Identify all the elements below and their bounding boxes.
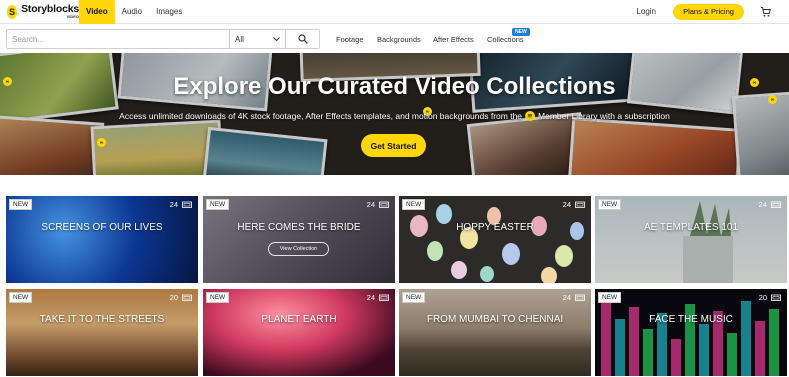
logo-mark: S bbox=[7, 4, 18, 19]
collection-card[interactable]: NEW 20 TAKE IT TO THE STREETS bbox=[6, 289, 198, 376]
collection-card[interactable]: NEW 24 AE TEMPLATES 101 bbox=[595, 196, 787, 283]
filter-value: All bbox=[235, 34, 244, 44]
new-badge: NEW bbox=[512, 28, 530, 36]
clip-count: 20 bbox=[758, 293, 767, 302]
collection-title: HERE COMES THE BRIDE bbox=[237, 222, 361, 233]
collection-card[interactable]: NEW 24 SCREENS OF OUR LIVES bbox=[6, 196, 198, 283]
new-badge: NEW bbox=[402, 199, 426, 210]
collection-title: PLANET EARTH bbox=[261, 314, 337, 325]
clip-count: 24 bbox=[562, 293, 571, 302]
folder-icon bbox=[182, 294, 192, 301]
folder-icon bbox=[575, 201, 585, 208]
get-started-button[interactable]: Get Started bbox=[361, 134, 426, 157]
logo-text: Storyblocks VIDEO bbox=[21, 4, 79, 19]
card-thumbnail bbox=[203, 289, 395, 376]
folder-icon bbox=[771, 201, 781, 208]
hero-banner: ∞ ∞ ∞ ∞ ∞ Explore Our Curated Video Coll… bbox=[0, 53, 789, 175]
easter-eggs-thumbnail bbox=[410, 204, 584, 283]
hero-title: Explore Our Curated Video Collections bbox=[173, 73, 616, 100]
top-nav: S Storyblocks VIDEO Video Audio Images L… bbox=[0, 0, 789, 24]
subnav-footage[interactable]: Footage bbox=[336, 35, 364, 44]
plans-pricing-button[interactable]: Plans & Pricing bbox=[673, 3, 744, 20]
search-box: All bbox=[6, 29, 320, 49]
logo-subtitle: VIDEO bbox=[66, 13, 79, 19]
new-badge: NEW bbox=[402, 292, 426, 303]
collection-title: SCREENS OF OUR LIVES bbox=[41, 222, 163, 233]
tab-video[interactable]: Video bbox=[79, 0, 115, 24]
cart-icon[interactable] bbox=[760, 6, 772, 18]
new-badge: NEW bbox=[598, 292, 622, 303]
login-link[interactable]: Login bbox=[636, 7, 656, 16]
new-badge: NEW bbox=[206, 292, 230, 303]
folder-icon bbox=[379, 294, 389, 301]
card-overlay bbox=[203, 196, 395, 283]
card-overlay bbox=[595, 289, 787, 376]
search-button[interactable] bbox=[285, 30, 319, 48]
collection-title: FROM MUMBAI TO CHENNAI bbox=[426, 314, 564, 325]
new-badge: NEW bbox=[598, 199, 622, 210]
clip-count: 24 bbox=[562, 200, 571, 209]
collection-title: HOPPY EASTER bbox=[456, 222, 534, 233]
search-row: All Footage Backgrounds After Effects Co… bbox=[0, 24, 789, 53]
collection-title: TAKE IT TO THE STREETS bbox=[39, 314, 165, 325]
collection-card[interactable]: NEW 20 FACE THE MUSIC bbox=[595, 289, 787, 376]
folder-icon bbox=[771, 294, 781, 301]
new-badge: NEW bbox=[9, 199, 33, 210]
clip-count: 24 bbox=[366, 200, 375, 209]
tab-audio[interactable]: Audio bbox=[115, 0, 149, 24]
view-collection-button[interactable]: View Collection bbox=[268, 242, 329, 256]
card-overlay bbox=[6, 289, 198, 376]
clip-count: 24 bbox=[366, 293, 375, 302]
clip-count: 24 bbox=[758, 200, 767, 209]
collection-card[interactable]: NEW 24 HERE COMES THE BRIDE View Collect… bbox=[203, 196, 395, 283]
collection-card[interactable]: NEW 24 FROM MUMBAI TO CHENNAI bbox=[399, 289, 591, 376]
search-icon bbox=[297, 34, 308, 44]
storyblocks-logo[interactable]: S Storyblocks VIDEO bbox=[7, 4, 79, 19]
card-overlay bbox=[595, 196, 787, 283]
new-badge: NEW bbox=[206, 199, 230, 210]
subnav-collections[interactable]: Collections bbox=[487, 35, 524, 44]
collection-card[interactable]: NEW 24 PLANET EARTH bbox=[203, 289, 395, 376]
folder-icon bbox=[575, 294, 585, 301]
clip-count: 20 bbox=[169, 293, 178, 302]
card-overlay bbox=[6, 196, 198, 283]
infinity-icon: ∞ bbox=[97, 138, 106, 147]
search-input[interactable] bbox=[7, 30, 229, 48]
hero-subtitle: Access unlimited downloads of 4K stock f… bbox=[0, 111, 789, 121]
chevron-down-icon bbox=[273, 36, 280, 41]
hero-subtitle-start: Access unlimited downloads of 4K stock f… bbox=[119, 111, 523, 121]
subnav-after-effects[interactable]: After Effects bbox=[433, 35, 474, 44]
media-filter-select[interactable]: All bbox=[229, 30, 285, 48]
card-overlay bbox=[399, 289, 591, 376]
new-badge: NEW bbox=[9, 292, 33, 303]
subnav-backgrounds[interactable]: Backgrounds bbox=[377, 35, 421, 44]
collection-title: AE TEMPLATES 101 bbox=[643, 222, 739, 233]
folder-icon bbox=[182, 201, 192, 208]
tab-images[interactable]: Images bbox=[149, 0, 189, 24]
hero-subtitle-end: Member Library with a subscription bbox=[538, 111, 670, 121]
folder-icon bbox=[379, 201, 389, 208]
clip-count: 24 bbox=[169, 200, 178, 209]
collection-card[interactable]: NEW 24 HOPPY EASTER bbox=[399, 196, 591, 283]
infinity-icon: ∞ bbox=[525, 111, 536, 121]
collection-title: FACE THE MUSIC bbox=[649, 314, 733, 325]
